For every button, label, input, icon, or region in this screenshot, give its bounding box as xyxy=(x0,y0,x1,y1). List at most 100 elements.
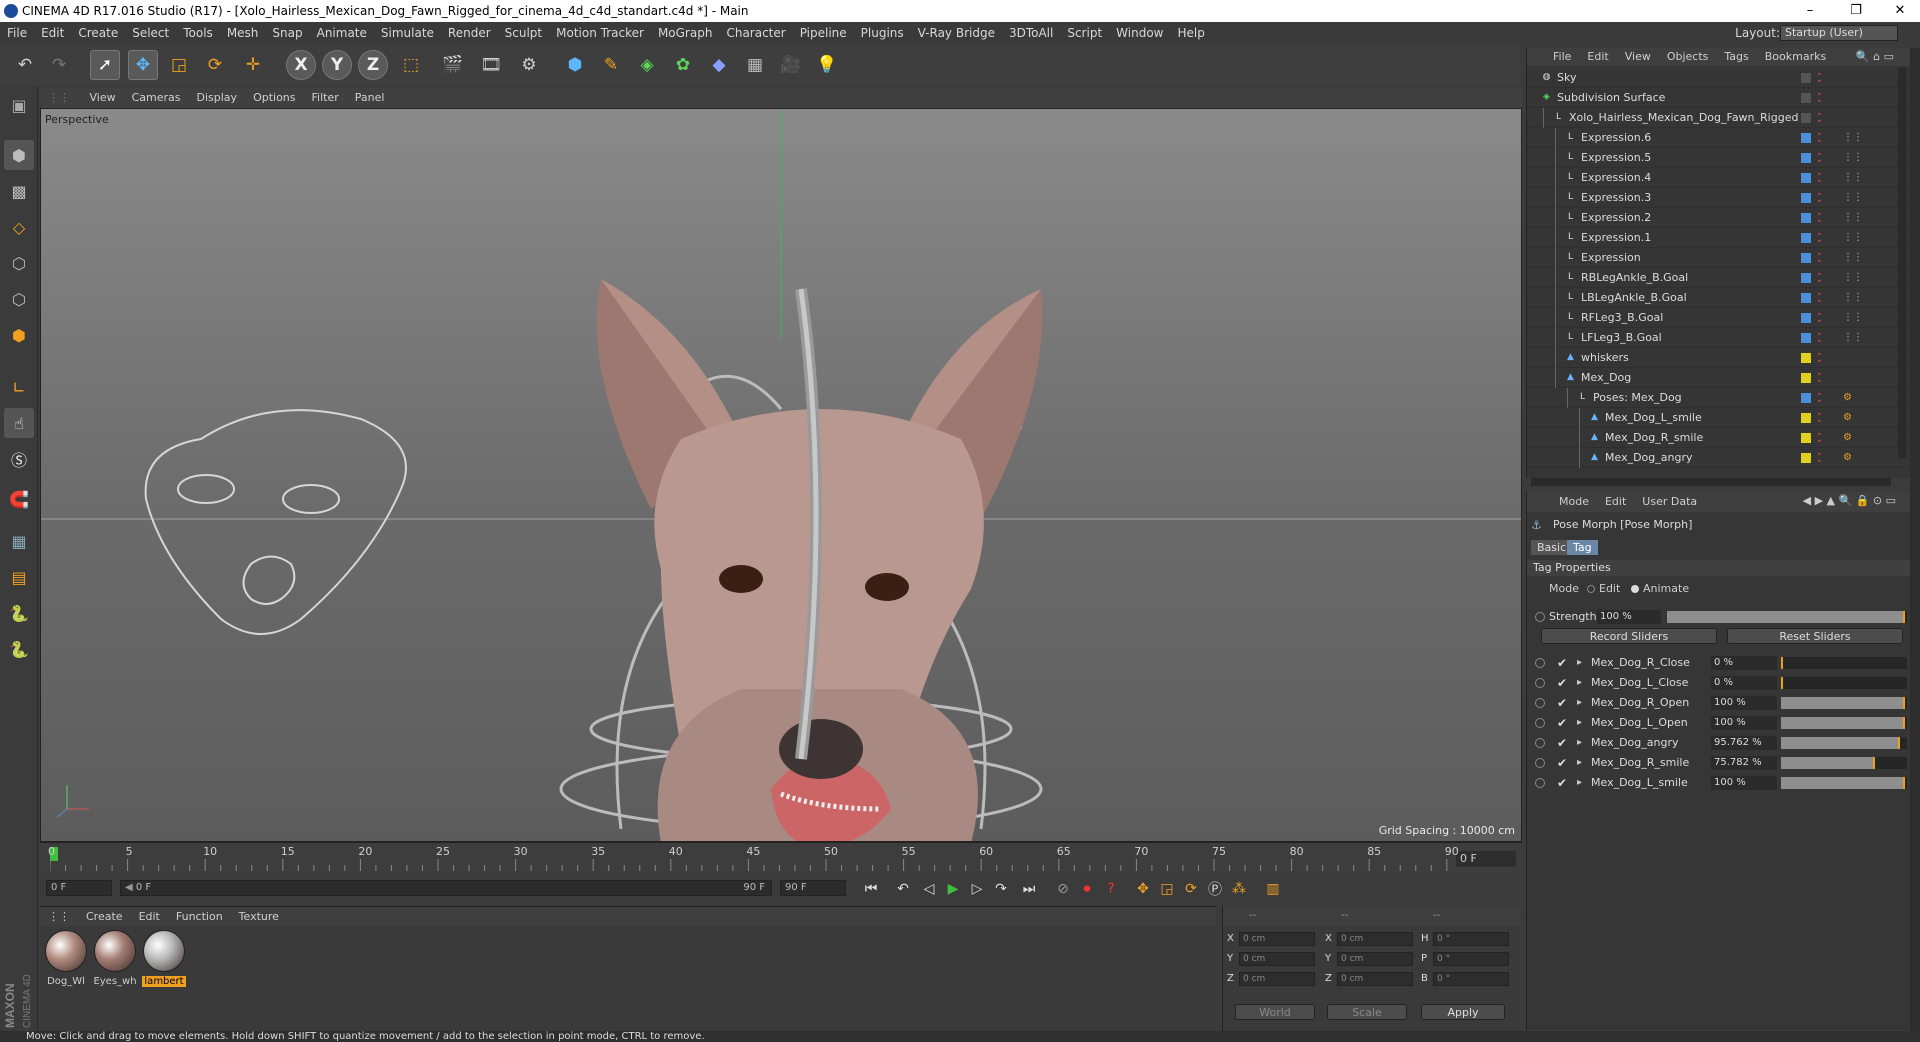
object-row[interactable]: L Expression.3 • • ⋮⋮ xyxy=(1527,188,1911,208)
menu-plugins[interactable]: Plugins xyxy=(854,22,911,44)
strength-animate-radio[interactable] xyxy=(1535,612,1545,622)
key-position-icon[interactable]: ✥ xyxy=(1132,878,1154,900)
minimize-button[interactable]: – xyxy=(1790,0,1830,22)
timeline-window-icon[interactable]: ▥ xyxy=(1262,878,1284,900)
reset-sliders-button[interactable]: Reset Sliders xyxy=(1727,628,1903,644)
strength-slider[interactable] xyxy=(1667,611,1907,623)
menu-character[interactable]: Character xyxy=(719,22,792,44)
cube-primitive-icon[interactable]: ⬢ xyxy=(560,50,590,80)
object-row[interactable]: L Expression.4 • • ⋮⋮ xyxy=(1527,168,1911,188)
coord-value-field[interactable]: 0 ° xyxy=(1433,952,1509,966)
menu-mograph[interactable]: MoGraph xyxy=(651,22,720,44)
layout-dropdown[interactable]: Startup (User) xyxy=(1780,25,1898,41)
object-menu-objects[interactable]: Objects xyxy=(1659,48,1717,66)
slider-track[interactable] xyxy=(1781,657,1907,669)
layer-color-swatch[interactable] xyxy=(1801,193,1811,203)
live-select-icon[interactable]: ✛ xyxy=(238,50,268,80)
slider-enable-checkbox[interactable]: ✔ xyxy=(1557,754,1567,772)
slider-enable-checkbox[interactable]: ✔ xyxy=(1557,674,1567,692)
slider-track[interactable] xyxy=(1781,757,1907,769)
tweak-mode-icon[interactable]: ☝ xyxy=(4,408,34,438)
slider-track[interactable] xyxy=(1781,697,1907,709)
layer-color-swatch[interactable] xyxy=(1801,93,1811,103)
object-row[interactable]: L Expression.1 • • ⋮⋮ xyxy=(1527,228,1911,248)
slider-enable-checkbox[interactable]: ✔ xyxy=(1557,714,1567,732)
make-editable-icon[interactable]: ▣ xyxy=(4,90,34,120)
slider-value-field[interactable]: 95.762 % xyxy=(1711,736,1777,750)
constraint-tag-icon[interactable]: ⋮⋮ xyxy=(1843,332,1863,344)
layer-color-swatch[interactable] xyxy=(1801,273,1811,283)
coordinate-system-icon[interactable]: ⬚ xyxy=(396,50,426,80)
key-rotation-icon[interactable]: ⟳ xyxy=(1180,878,1202,900)
object-menu-edit[interactable]: Edit xyxy=(1579,48,1616,66)
workplane-mode-icon[interactable]: ◇ xyxy=(4,212,34,242)
cloner-icon[interactable]: ✿ xyxy=(668,50,698,80)
timeline-ruler[interactable]: 0 F 0 5 10 15 20 25 30 35 40 45 50 55 60 65 70 75 80 85 90 xyxy=(40,842,1522,872)
layer-color-swatch[interactable] xyxy=(1801,253,1811,263)
slider-value-field[interactable]: 100 % xyxy=(1711,716,1777,730)
visibility-dots[interactable]: • • xyxy=(1817,191,1822,206)
visibility-dots[interactable]: • • xyxy=(1817,251,1822,266)
slider-animate-radio[interactable] xyxy=(1535,658,1545,668)
attribute-menu-mode[interactable]: Mode xyxy=(1551,492,1597,512)
slider-play-icon[interactable]: ▸ xyxy=(1577,674,1582,692)
slider-value-field[interactable]: 100 % xyxy=(1711,696,1777,710)
constraint-tag-icon[interactable]: ⋮⋮ xyxy=(1843,272,1863,284)
slider-play-icon[interactable]: ▸ xyxy=(1577,694,1582,712)
key-parameter-icon[interactable]: Ⓟ xyxy=(1204,878,1226,900)
slider-play-icon[interactable]: ▸ xyxy=(1577,654,1582,672)
constraint-tag-icon[interactable]: ⋮⋮ xyxy=(1843,252,1863,264)
move-tool-icon[interactable]: ✥ xyxy=(128,50,158,80)
constraint-tag-icon[interactable]: ⋮⋮ xyxy=(1843,172,1863,184)
coord-value-field[interactable]: 0 cm xyxy=(1337,952,1413,966)
coord-value-field[interactable]: 0 cm xyxy=(1239,972,1315,986)
slider-animate-radio[interactable] xyxy=(1535,758,1545,768)
select-cursor-icon[interactable]: ➚ xyxy=(90,50,120,80)
morph-tag-icon[interactable]: ⚙ xyxy=(1843,392,1855,404)
visibility-dots[interactable]: • • xyxy=(1817,231,1822,246)
viewport-menu-view[interactable]: View xyxy=(82,88,124,108)
layer-color-swatch[interactable] xyxy=(1801,233,1811,243)
slider-animate-radio[interactable] xyxy=(1535,678,1545,688)
object-row[interactable]: L Xolo_Hairless_Mexican_Dog_Fawn_Rigged • • xyxy=(1527,108,1911,128)
slider-track[interactable] xyxy=(1781,737,1907,749)
mode-edit-radio[interactable] xyxy=(1587,585,1595,593)
object-manager-search-icon[interactable]: 🔍 ⌂ ▭ xyxy=(1856,50,1894,63)
visibility-dots[interactable]: • • xyxy=(1817,151,1822,166)
coord-value-field[interactable]: 0 ° xyxy=(1433,972,1509,986)
render-settings-icon[interactable]: ⚙ xyxy=(514,50,544,80)
apply-button[interactable]: Apply xyxy=(1421,1004,1505,1020)
layer-color-swatch[interactable] xyxy=(1801,413,1811,423)
coord-value-field[interactable]: 0 cm xyxy=(1337,972,1413,986)
material-menu-function[interactable]: Function xyxy=(168,907,231,927)
menu-3dtoall[interactable]: 3DToAll xyxy=(1002,22,1060,44)
snap-icon[interactable]: 🧲 xyxy=(4,484,34,514)
restore-button[interactable]: ❐ xyxy=(1836,0,1876,22)
undo-icon[interactable]: ↶ xyxy=(10,50,40,80)
menu-animate[interactable]: Animate xyxy=(310,22,374,44)
texture-mode-icon[interactable]: ▩ xyxy=(4,176,34,206)
layer-color-swatch[interactable] xyxy=(1801,353,1811,363)
keyframe-selection-icon[interactable]: ? xyxy=(1100,878,1122,900)
layer-color-swatch[interactable] xyxy=(1801,333,1811,343)
axis-y-lock-button[interactable]: Y xyxy=(322,50,352,80)
floor-icon[interactable]: ▦ xyxy=(740,50,770,80)
subdivision-surface-icon[interactable]: ◈ xyxy=(632,50,662,80)
workplane-lock-icon[interactable]: ▦ xyxy=(4,526,34,556)
visibility-dots[interactable]: • • xyxy=(1817,111,1822,126)
previous-key-icon[interactable]: ↶ xyxy=(892,878,914,900)
object-row[interactable]: ▲ Mex_Dog_angry • • ⚙ xyxy=(1527,448,1911,468)
object-row[interactable]: ◈ Subdivision Surface • • xyxy=(1527,88,1911,108)
object-row[interactable]: ▲ Mex_Dog_L_smile • • ⚙ xyxy=(1527,408,1911,428)
slider-animate-radio[interactable] xyxy=(1535,778,1545,788)
visibility-dots[interactable]: • • xyxy=(1817,71,1822,86)
object-row[interactable]: L LFLeg3_B.Goal • • ⋮⋮ xyxy=(1527,328,1911,348)
slider-track[interactable] xyxy=(1781,777,1907,789)
light-icon[interactable]: 💡 xyxy=(812,50,842,80)
visibility-dots[interactable]: • • xyxy=(1817,311,1822,326)
coord-mode-dropdown[interactable]: World xyxy=(1235,1004,1315,1020)
side-tab-strip[interactable] xyxy=(1910,48,1920,1031)
menu-motion-tracker[interactable]: Motion Tracker xyxy=(549,22,651,44)
current-frame-field[interactable]: 0 F xyxy=(1456,851,1516,867)
next-frame-icon[interactable]: ▷ xyxy=(966,878,988,900)
